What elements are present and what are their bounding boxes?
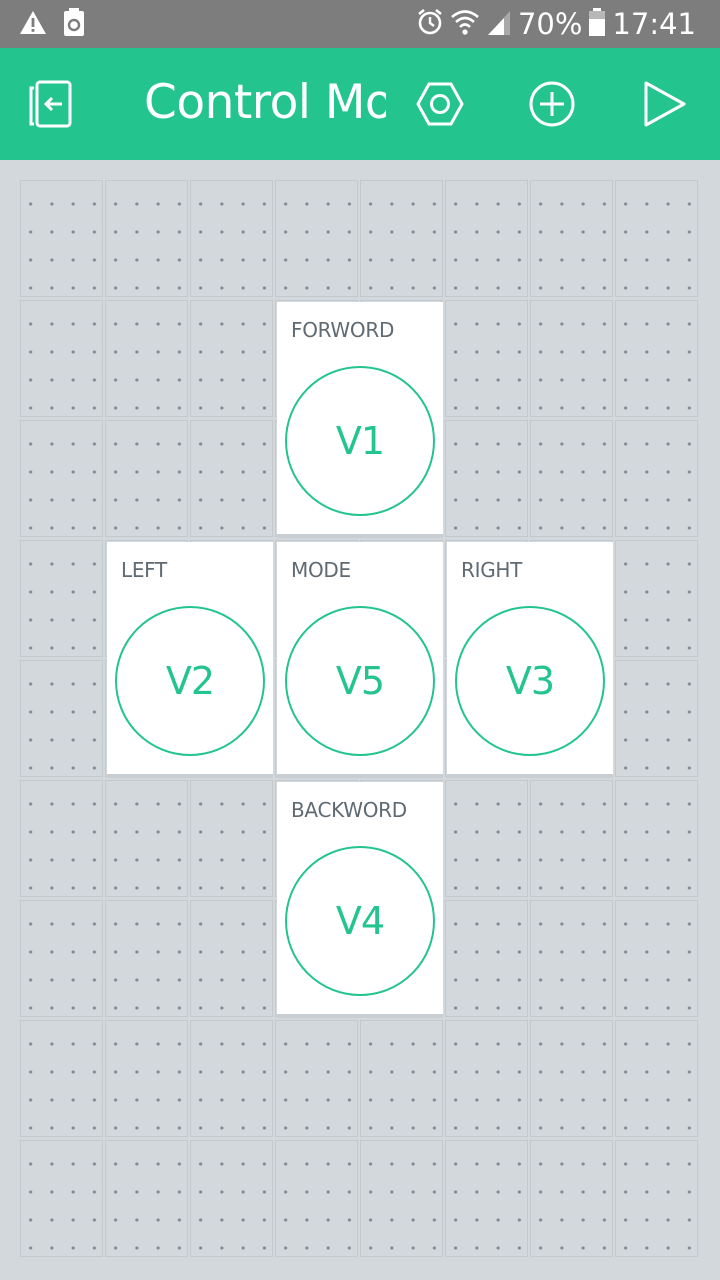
grid-cell: [20, 300, 103, 417]
grid-cell: [20, 780, 103, 897]
grid-cell: [530, 900, 613, 1017]
grid-cell: [275, 1020, 358, 1137]
grid-cell: [615, 660, 698, 777]
grid-cell: [445, 420, 528, 537]
grid-cell: [20, 420, 103, 537]
grid-cell: [445, 900, 528, 1017]
push-button-circle[interactable]: V3: [455, 606, 605, 756]
widget-label: MODE: [291, 558, 351, 582]
dashboard-canvas[interactable]: FORWORD V1 LEFT V2 MODE V5 RIGHT V3 BACK…: [20, 180, 700, 1260]
grid-cell: [190, 180, 273, 297]
grid-cell: [20, 1020, 103, 1137]
grid-cell: [360, 1140, 443, 1257]
widget-label: LEFT: [121, 558, 167, 582]
grid-cell: [615, 900, 698, 1017]
grid-cell: [615, 780, 698, 897]
grid-cell: [445, 1020, 528, 1137]
grid-cell: [20, 1140, 103, 1257]
grid-cell: [445, 180, 528, 297]
app-bar: Control Motor: [0, 48, 720, 160]
widget-pin: V5: [335, 659, 385, 703]
play-button[interactable]: [636, 74, 696, 134]
mode-button-widget[interactable]: MODE V5: [277, 542, 443, 778]
alarm-icon: [416, 7, 444, 41]
grid-cell: [190, 1140, 273, 1257]
clock: 17:41: [612, 7, 696, 41]
grid-cell: [190, 900, 273, 1017]
grid-cell: [190, 300, 273, 417]
recycle-icon: [62, 8, 86, 42]
widget-pin: V2: [165, 659, 215, 703]
widget-pin: V4: [335, 899, 385, 943]
grid-cell: [615, 1020, 698, 1137]
grid-cell: [530, 300, 613, 417]
backword-button-widget[interactable]: BACKWORD V4: [277, 782, 443, 1018]
grid-cell: [20, 540, 103, 657]
right-button-widget[interactable]: RIGHT V3: [447, 542, 613, 778]
grid-cell: [360, 1020, 443, 1137]
play-icon: [636, 81, 696, 138]
page-title: Control Motor: [144, 75, 386, 130]
grid-cell: [105, 1140, 188, 1257]
grid-cell: [530, 1140, 613, 1257]
grid-cell: [530, 1020, 613, 1137]
signal-icon: [486, 7, 512, 41]
grid-cell: [445, 780, 528, 897]
widget-pin: V1: [335, 419, 385, 463]
grid-cell: [275, 1140, 358, 1257]
left-button-widget[interactable]: LEFT V2: [107, 542, 273, 778]
grid-cell: [105, 180, 188, 297]
grid-cell: [190, 1020, 273, 1137]
grid-cell: [360, 180, 443, 297]
grid-cell: [190, 420, 273, 537]
forword-button-widget[interactable]: FORWORD V1: [277, 302, 443, 538]
grid-cell: [530, 180, 613, 297]
battery-icon: [588, 7, 606, 41]
push-button-circle[interactable]: V2: [115, 606, 265, 756]
push-button-circle[interactable]: V4: [285, 846, 435, 996]
grid-cell: [190, 780, 273, 897]
push-button-circle[interactable]: V5: [285, 606, 435, 756]
grid-cell: [105, 1020, 188, 1137]
exit-project-icon: [22, 80, 82, 138]
grid-cell: [105, 900, 188, 1017]
status-bar: 70% 17:41: [0, 0, 720, 48]
widget-pin: V3: [505, 659, 555, 703]
grid-cell: [20, 660, 103, 777]
add-widget-button[interactable]: [522, 74, 582, 134]
push-button-circle[interactable]: V1: [285, 366, 435, 516]
grid-cell: [615, 420, 698, 537]
project-settings-button[interactable]: [410, 74, 470, 134]
widget-label: FORWORD: [291, 318, 395, 342]
grid-cell: [20, 180, 103, 297]
grid-cell: [530, 420, 613, 537]
grid-cell: [105, 300, 188, 417]
grid-cell: [615, 180, 698, 297]
battery-percent: 70%: [517, 7, 583, 41]
grid-cell: [530, 780, 613, 897]
warning-icon: [18, 8, 48, 42]
grid-cell: [615, 540, 698, 657]
grid-cell: [105, 780, 188, 897]
exit-project-button[interactable]: [22, 74, 82, 134]
grid-cell: [20, 900, 103, 1017]
grid-cell: [445, 1140, 528, 1257]
grid-cell: [615, 1140, 698, 1257]
grid-cell: [275, 180, 358, 297]
settings-hex-icon: [410, 82, 470, 138]
grid-cell: [615, 300, 698, 417]
widget-label: RIGHT: [461, 558, 523, 582]
grid-cell: [105, 420, 188, 537]
widget-label: BACKWORD: [291, 798, 407, 822]
add-widget-icon: [522, 81, 582, 138]
wifi-icon: [450, 7, 480, 41]
grid-cell: [445, 300, 528, 417]
